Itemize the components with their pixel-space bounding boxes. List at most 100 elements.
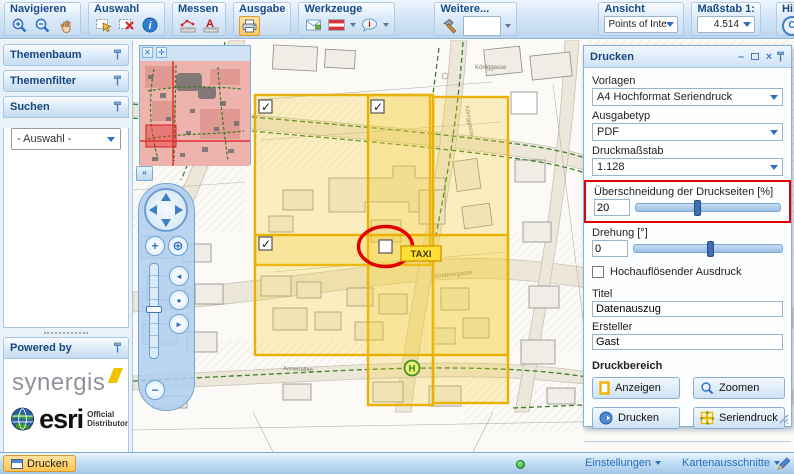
close-icon[interactable]: ✕ — [142, 47, 153, 58]
sidebar-splitter[interactable] — [0, 328, 132, 337]
overview-map[interactable]: ✕ ✛ — [139, 45, 251, 165]
print-page-checkbox-2[interactable]: ✓ — [371, 100, 384, 114]
flag-dropdown-caret[interactable] — [350, 23, 356, 27]
kartenausschnitte-link[interactable]: Kartenausschnitte — [682, 457, 780, 469]
zoomen-button[interactable]: Zoomen — [693, 377, 785, 399]
bubble-dropdown-caret[interactable] — [383, 23, 389, 27]
ueberschneidung-input[interactable] — [594, 199, 630, 216]
ueberschneidung-slider[interactable] — [635, 203, 781, 212]
pin-icon[interactable] — [113, 101, 122, 113]
sidebar-item-suchen[interactable]: Suchen — [3, 96, 129, 118]
anzeigen-button[interactable]: Anzeigen — [592, 377, 680, 399]
history-home-button[interactable]: ● — [169, 290, 189, 310]
hochaufloesend-checkbox[interactable] — [592, 266, 604, 278]
vorlagen-combobox[interactable]: A4 Hochformat Seriendruck — [592, 88, 783, 106]
titel-input[interactable] — [592, 301, 783, 317]
print-button[interactable] — [239, 16, 260, 36]
pan-east-icon[interactable] — [175, 205, 183, 215]
select-rectangle-button[interactable] — [94, 16, 113, 34]
move-icon[interactable]: ✛ — [156, 47, 167, 58]
sidebar-item-themenbaum[interactable]: Themenbaum — [3, 44, 129, 66]
chevron-down-icon — [770, 165, 778, 170]
pan-north-icon[interactable] — [161, 193, 171, 201]
tools-button[interactable] — [440, 17, 459, 35]
pin-icon[interactable] — [776, 51, 785, 63]
pan-west-icon[interactable] — [149, 205, 157, 215]
ueberschneidung-slider-thumb[interactable] — [694, 200, 701, 216]
redlining-pencil-icon[interactable] — [775, 456, 791, 472]
measure-area-button[interactable]: A — [201, 16, 220, 34]
print-page-checkbox-1[interactable]: ✓ — [259, 100, 272, 114]
pan-south-icon[interactable] — [161, 219, 171, 227]
identify-button[interactable]: i — [140, 16, 159, 34]
overview-header: ✕ ✛ — [140, 46, 250, 61]
ersteller-input[interactable] — [592, 334, 783, 350]
zoom-in-step-button[interactable]: + — [145, 236, 165, 256]
drehung-slider[interactable] — [633, 244, 783, 253]
druckmassstab-combobox[interactable]: 1.128 — [592, 158, 783, 176]
minimize-icon[interactable]: – — [734, 51, 748, 63]
close-icon[interactable]: × — [762, 51, 776, 63]
drehung-input[interactable] — [592, 240, 628, 257]
einstellungen-link[interactable]: Einstellungen — [585, 457, 661, 469]
context-help-button[interactable]: C — [782, 16, 794, 36]
drucken-button[interactable]: Drucken — [592, 407, 680, 429]
map-viewport[interactable]: Königgasse Königgasse Grabnergasse Annen… — [133, 40, 794, 452]
zoom-in-button[interactable] — [10, 16, 29, 34]
sidebar-item-themenfilter[interactable]: Themenfilter — [3, 70, 129, 92]
arrow-circle-icon — [599, 411, 613, 425]
language-flag-button[interactable] — [327, 16, 346, 34]
full-extent-button[interactable]: ⊕ — [168, 236, 188, 256]
pan-compass[interactable] — [144, 188, 188, 232]
history-forward-button[interactable]: ► — [169, 314, 189, 334]
chevron-down-icon — [666, 22, 674, 27]
overview-image[interactable] — [140, 61, 250, 166]
druckmassstab-label: Druckmaßstab — [592, 145, 783, 157]
svg-text:i: i — [369, 19, 372, 29]
resize-handle[interactable] — [779, 414, 789, 424]
taskbar-window-drucken[interactable]: Drucken — [3, 455, 76, 472]
panel-label: Themenbaum — [10, 49, 82, 61]
measure-distance-button[interactable] — [178, 16, 197, 34]
chevron-down-icon — [655, 461, 661, 465]
ausgabetyp-combobox[interactable]: PDF — [592, 123, 783, 141]
zoom-slider-handle[interactable] — [146, 306, 162, 313]
powered-by-header: Powered by — [3, 337, 129, 359]
seriendruck-button[interactable]: Seriendruck — [693, 407, 785, 429]
austria-flag-icon — [328, 19, 345, 31]
overview-extent-box[interactable] — [146, 125, 176, 147]
page-icon — [599, 381, 610, 395]
vorlagen-value: A4 Hochformat Seriendruck — [597, 91, 732, 103]
overview-collapse-button[interactable]: « — [136, 166, 153, 181]
search-select[interactable]: - Auswahl - — [11, 128, 121, 150]
pin-icon[interactable] — [113, 75, 122, 87]
pan-hand-icon — [58, 17, 74, 33]
titel-label: Titel — [592, 288, 783, 300]
pan-button[interactable] — [56, 16, 75, 34]
zoom-slider[interactable] — [149, 263, 159, 359]
print-page-checkbox-4[interactable] — [379, 240, 392, 253]
view-combobox[interactable]: Points of Intere... — [604, 16, 678, 33]
svg-text:✓: ✓ — [261, 100, 271, 114]
send-mail-button[interactable] — [304, 16, 323, 34]
print-page-checkbox-3[interactable]: ✓ — [259, 237, 272, 251]
measure-distance-icon — [179, 17, 197, 33]
custom-tool-input[interactable] — [463, 16, 501, 36]
zoom-out-button[interactable] — [33, 16, 52, 34]
history-back-button[interactable]: ◄ — [169, 266, 189, 286]
zoom-out-step-button[interactable]: − — [145, 380, 165, 400]
info-bubble-button[interactable]: i — [360, 16, 379, 34]
pin-icon[interactable] — [113, 49, 122, 61]
scale-combobox[interactable]: 4.514 — [697, 16, 754, 33]
pin-icon[interactable] — [113, 342, 122, 354]
select-rectangle-icon — [95, 17, 113, 33]
clear-selection-button[interactable] — [117, 16, 136, 34]
synergis-mark — [108, 368, 123, 383]
restore-icon[interactable] — [751, 53, 759, 60]
group-label: Ausgabe — [239, 3, 285, 16]
print-dialog-titlebar[interactable]: Drucken – × — [584, 46, 791, 68]
custom-tool-caret[interactable] — [505, 24, 511, 28]
group-label: Werkzeuge — [304, 3, 389, 16]
chevron-down-icon — [770, 130, 778, 135]
drehung-slider-thumb[interactable] — [707, 241, 714, 257]
